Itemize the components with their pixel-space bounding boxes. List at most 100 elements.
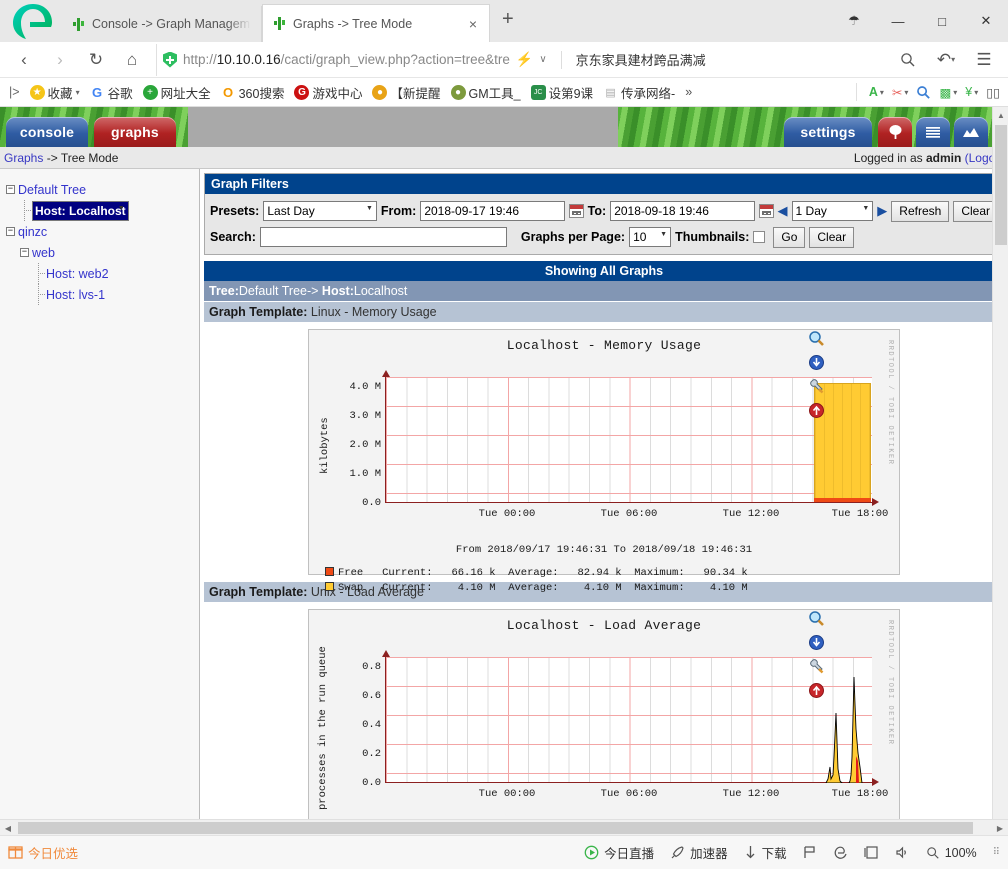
bookmark-item[interactable]: + 网址大全 xyxy=(138,80,216,105)
status-item-download[interactable]: 下载 xyxy=(744,843,787,862)
tab-close-icon[interactable]: × xyxy=(467,16,479,32)
page-top-icon[interactable] xyxy=(808,682,825,699)
graph-properties-icon[interactable] xyxy=(808,378,825,395)
bookmark-item[interactable]: JC 设第9课 xyxy=(526,80,598,105)
chevron-down-icon[interactable]: ∨ xyxy=(539,54,546,65)
status-item-live[interactable]: 今日直播 xyxy=(584,843,654,862)
search-input[interactable] xyxy=(259,227,507,247)
status-item-volume[interactable] xyxy=(895,845,910,860)
status-left[interactable]: 今日优选 xyxy=(8,843,78,862)
scroll-up-icon[interactable]: ▲ xyxy=(993,107,1008,123)
coupon-icon[interactable]: ¥ ▾ xyxy=(961,85,982,99)
scissors-icon[interactable]: ✂ ▾ xyxy=(888,85,913,100)
thumbnails-checkbox[interactable] xyxy=(753,231,766,243)
menu-icon[interactable]: ☰ xyxy=(966,44,1002,76)
tree-item-default-tree[interactable]: − Default Tree xyxy=(6,179,195,200)
close-icon[interactable]: ✕ xyxy=(964,0,1008,42)
bookmark-item[interactable]: O 360搜索 xyxy=(216,80,290,105)
tree-item-host-lvs-1[interactable]: Host: lvs-1 xyxy=(6,284,195,305)
chevron-down-icon[interactable]: ▾ xyxy=(76,88,80,97)
status-item-accelerator[interactable]: 加速器 xyxy=(670,843,728,862)
clear-button[interactable]: Clear xyxy=(809,226,855,248)
skin-icon[interactable]: ☂ xyxy=(832,0,876,42)
calendar-icon[interactable] xyxy=(759,204,774,218)
apps-grid-icon[interactable]: ▯▯ xyxy=(982,85,1004,100)
horizontal-scroll-thumb[interactable] xyxy=(18,822,973,834)
csv-export-icon[interactable] xyxy=(808,634,825,651)
bookmark-item[interactable]: ● 【新提醒 xyxy=(367,80,445,105)
tree-item-qinzc[interactable]: − qinzc xyxy=(6,221,195,242)
breadcrumb-link-graphs[interactable]: Graphs xyxy=(4,151,43,165)
cacti-tab-graphs[interactable]: graphs xyxy=(94,117,176,147)
status-item-zoom[interactable]: 100% xyxy=(926,846,977,860)
from-input[interactable]: 2018-09-17 19:46 xyxy=(420,201,566,221)
home-icon[interactable]: ⌂ xyxy=(114,44,150,76)
bookmark-item[interactable]: G 谷歌 xyxy=(85,80,138,105)
expander-icon[interactable]: − xyxy=(6,227,15,236)
new-tab-button[interactable]: + xyxy=(490,9,526,33)
search-icon[interactable] xyxy=(890,44,926,76)
cacti-tab-list[interactable] xyxy=(916,117,950,147)
bookmarks-expander[interactable]: |> xyxy=(4,80,25,105)
scroll-right-icon[interactable]: ▶ xyxy=(992,820,1008,836)
resize-grip-icon[interactable]: ⠿ xyxy=(993,847,1000,858)
chevron-down-icon[interactable]: ▾ xyxy=(951,55,955,64)
to-input[interactable]: 2018-09-18 19:46 xyxy=(610,201,755,221)
cacti-tab-tree[interactable] xyxy=(878,117,912,147)
minimize-icon[interactable]: — xyxy=(876,0,920,42)
magnifier-icon[interactable] xyxy=(912,85,935,100)
maximize-icon[interactable]: □ xyxy=(920,0,964,42)
lightning-icon[interactable]: ⚡ xyxy=(516,51,533,68)
reload-icon[interactable]: ↻ xyxy=(78,44,114,76)
expander-icon[interactable]: − xyxy=(6,185,15,194)
address-bar[interactable]: http://10.10.0.16/cacti/graph_view.php?a… xyxy=(156,43,890,76)
tab-console-graph-management[interactable]: Console -> Graph Manageme xyxy=(62,6,262,42)
status-item-reading-view[interactable] xyxy=(864,845,879,860)
vertical-scroll-thumb[interactable] xyxy=(995,125,1007,245)
cacti-tab-console[interactable]: console xyxy=(6,117,88,147)
cacti-tab-graph[interactable] xyxy=(954,117,988,147)
per-page-select[interactable]: 10 xyxy=(629,227,672,247)
calendar-icon[interactable] xyxy=(569,204,584,218)
page-top-icon[interactable] xyxy=(808,402,825,419)
promo-text[interactable]: 京东家具建材跨品满减 xyxy=(576,50,706,69)
shift-right-icon[interactable]: ▶ xyxy=(877,203,887,219)
graph-properties-icon[interactable] xyxy=(808,658,825,675)
expander-icon[interactable]: − xyxy=(20,248,29,257)
translate-icon[interactable]: A ▾ xyxy=(865,85,888,99)
tree-item-host-web2[interactable]: Host: web2 xyxy=(6,263,195,284)
chevron-down-icon[interactable]: ▾ xyxy=(880,88,884,97)
presets-select[interactable]: Last Day xyxy=(263,201,377,221)
zoom-icon[interactable] xyxy=(808,330,825,347)
status-item-flag[interactable] xyxy=(803,845,817,860)
go-button[interactable]: Go xyxy=(773,226,806,248)
cacti-tab-settings[interactable]: settings xyxy=(784,117,872,147)
tree-item-web[interactable]: − web xyxy=(6,242,195,263)
span-select[interactable]: 1 Day xyxy=(791,201,874,221)
horizontal-scrollbar[interactable]: ◀ ▶ xyxy=(0,819,1008,835)
csv-export-icon[interactable] xyxy=(808,354,825,371)
status-item-edge[interactable] xyxy=(833,845,848,860)
x-tick: Tue 06:00 xyxy=(600,508,658,520)
gamepad-icon[interactable]: ▩ ▾ xyxy=(935,85,961,100)
chevron-down-icon[interactable]: ▾ xyxy=(953,88,957,97)
refresh-button[interactable]: Refresh xyxy=(891,200,950,222)
forward-icon[interactable]: › xyxy=(42,44,78,76)
tab-graphs-tree-mode[interactable]: Graphs -> Tree Mode × xyxy=(262,4,490,42)
bookmarks-overflow[interactable]: » xyxy=(680,80,697,105)
chevron-down-icon[interactable]: ▾ xyxy=(974,88,978,97)
bookmark-item[interactable]: ▤ 传承网络- xyxy=(598,80,680,105)
bookmark-item[interactable]: G 游戏中心 xyxy=(289,80,367,105)
legend-row: Swap Current: 4.10 M Average: 4.10 M Max… xyxy=(311,581,897,596)
bookmark-item[interactable]: ● GM工具_ xyxy=(446,80,526,105)
scroll-left-icon[interactable]: ◀ xyxy=(0,820,16,836)
divider xyxy=(560,50,562,69)
tree-item-host-localhost[interactable]: Host: Localhost xyxy=(6,200,195,221)
back-icon[interactable]: ‹ xyxy=(6,44,42,76)
chevron-down-icon[interactable]: ▾ xyxy=(904,88,908,97)
shift-left-icon[interactable]: ◀ xyxy=(778,203,788,219)
zoom-icon[interactable] xyxy=(808,610,825,627)
undo-icon[interactable]: ↶ ▾ xyxy=(928,44,964,76)
bookmark-item[interactable]: ★ 收藏 ▾ xyxy=(25,80,85,105)
vertical-scrollbar[interactable]: ▲ ▼ xyxy=(992,107,1008,842)
